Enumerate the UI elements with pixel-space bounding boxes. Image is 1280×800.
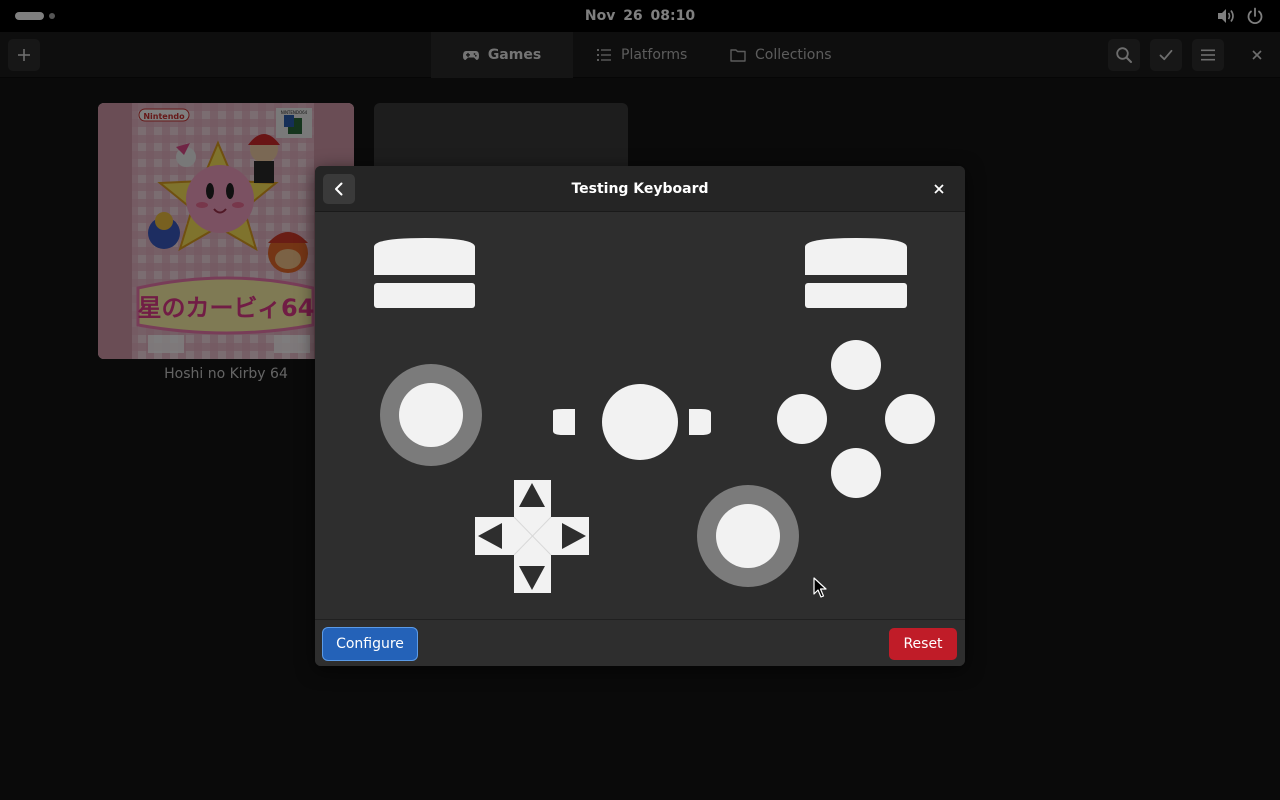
left-stick[interactable] — [399, 383, 463, 447]
close-icon — [934, 184, 944, 194]
right-shoulder[interactable] — [805, 283, 907, 308]
left-trigger[interactable] — [374, 238, 475, 275]
right-trigger[interactable] — [805, 238, 907, 275]
testing-dialog: Testing Keyboard Configure Reset — [315, 166, 965, 666]
chevron-left-icon — [335, 182, 343, 196]
face-button-west[interactable] — [777, 394, 827, 444]
screen: Nov 26 08:10 Games — [0, 0, 1280, 800]
reset-button[interactable]: Reset — [889, 628, 957, 660]
face-button-south[interactable] — [831, 448, 881, 498]
dialog-footer: Configure Reset — [315, 619, 965, 666]
close-dialog-button[interactable] — [927, 177, 951, 201]
dialog-title: Testing Keyboard — [571, 181, 709, 197]
face-button-north[interactable] — [831, 340, 881, 390]
right-stick[interactable] — [716, 504, 780, 568]
start-button[interactable] — [689, 409, 711, 435]
gamepad-diagram — [374, 238, 935, 593]
configure-button[interactable]: Configure — [323, 628, 417, 660]
select-button[interactable] — [553, 409, 575, 435]
dpad[interactable] — [475, 480, 589, 593]
face-button-east[interactable] — [885, 394, 935, 444]
dialog-header: Testing Keyboard — [315, 166, 965, 212]
guide-button[interactable] — [602, 384, 678, 460]
mouse-cursor-icon — [813, 577, 827, 598]
back-button[interactable] — [323, 174, 355, 204]
left-shoulder[interactable] — [374, 283, 475, 308]
